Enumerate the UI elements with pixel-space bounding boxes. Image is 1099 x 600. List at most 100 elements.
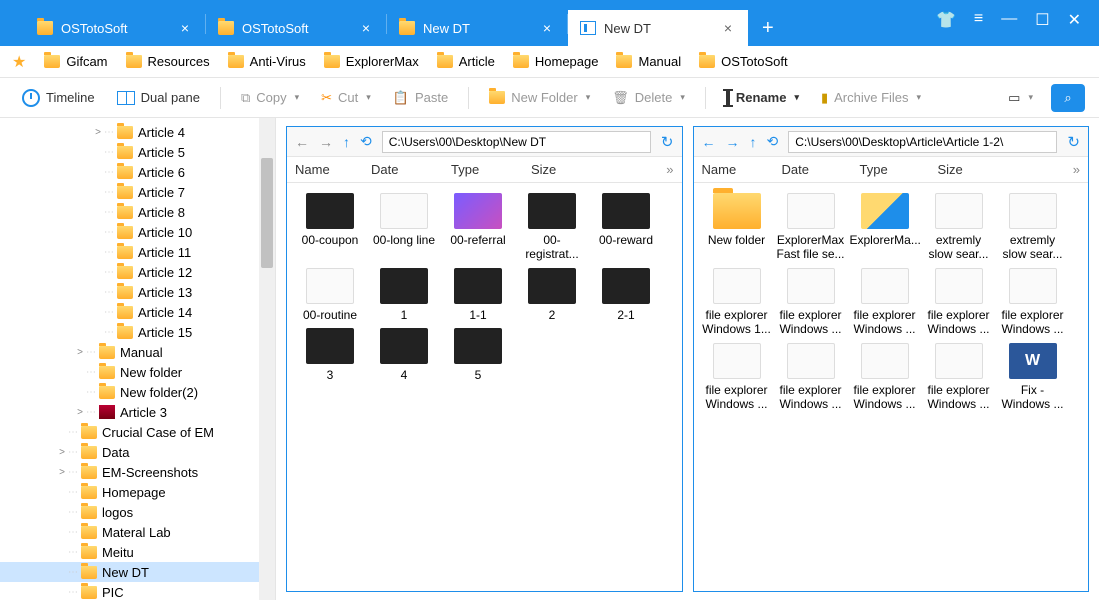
file-item[interactable]: file explorer Windows ... — [998, 268, 1068, 337]
tree-item[interactable]: ⋯PIC — [0, 582, 259, 600]
forward-button[interactable]: → — [319, 134, 333, 150]
tree-item[interactable]: >⋯Data — [0, 442, 259, 462]
expand-toggle[interactable]: > — [56, 447, 68, 458]
copy-button[interactable]: ⧉Copy▾ — [233, 86, 307, 110]
file-item[interactable]: 4 — [369, 328, 439, 382]
search-button[interactable]: ⌕ — [1051, 84, 1085, 112]
tree-item[interactable]: ⋯Article 7 — [0, 182, 259, 202]
tree-item[interactable]: >⋯Article 4 — [0, 122, 259, 142]
tree-item[interactable]: >⋯EM-Screenshots — [0, 462, 259, 482]
tree-item[interactable]: ⋯Article 10 — [0, 222, 259, 242]
tree-item[interactable]: ⋯New DT — [0, 562, 259, 582]
tree-item[interactable]: ⋯Crucial Case of EM — [0, 422, 259, 442]
back-button[interactable]: ← — [295, 134, 309, 150]
file-item[interactable]: WFix - Windows ... — [998, 343, 1068, 412]
cut-button[interactable]: ✂Cut▾ — [313, 86, 379, 110]
close-button[interactable]: ✕ — [1068, 10, 1081, 30]
tab-close-button[interactable]: × — [356, 18, 376, 38]
file-grid-left[interactable]: 00-coupon00-long line00-referral00-regis… — [287, 183, 682, 591]
tree-item[interactable]: ⋯New folder — [0, 362, 259, 382]
file-item[interactable]: 5 — [443, 328, 513, 382]
tree-item[interactable]: ⋯New folder(2) — [0, 382, 259, 402]
file-item[interactable]: 00-routine — [295, 268, 365, 322]
path-input-right[interactable] — [788, 131, 1057, 153]
column-headers-left[interactable]: Name Date Type Size » — [287, 157, 682, 183]
bookmark-item[interactable]: ExplorerMax — [324, 54, 419, 69]
sync-icon[interactable]: ⟲ — [360, 133, 372, 150]
up-button[interactable]: ↑ — [343, 134, 350, 150]
scrollbar-track[interactable] — [259, 118, 275, 600]
tab[interactable]: OSTotoSoft× — [206, 10, 386, 46]
more-columns[interactable]: » — [658, 162, 681, 177]
expand-toggle[interactable]: > — [74, 347, 86, 358]
refresh-button[interactable]: ↻ — [661, 133, 674, 151]
tree-item[interactable]: ⋯Article 6 — [0, 162, 259, 182]
tab-close-button[interactable]: × — [718, 18, 738, 38]
file-item[interactable]: 00-reward — [591, 193, 661, 262]
new-tab-button[interactable]: + — [748, 10, 788, 46]
forward-button[interactable]: → — [726, 134, 740, 150]
file-item[interactable]: file explorer Windows ... — [776, 343, 846, 412]
file-item[interactable]: 2-1 — [591, 268, 661, 322]
tree-item[interactable]: >⋯Article 3 — [0, 402, 259, 422]
tab[interactable]: New DT× — [568, 10, 748, 46]
file-item[interactable]: 3 — [295, 328, 365, 382]
file-item[interactable]: 1 — [369, 268, 439, 322]
dualpane-button[interactable]: Dual pane — [109, 86, 208, 109]
delete-button[interactable]: 🗑Delete▾ — [604, 86, 693, 110]
file-item[interactable]: ExplorerMax Fast file se... — [776, 193, 846, 262]
tree-item[interactable]: ⋯Homepage — [0, 482, 259, 502]
file-item[interactable]: file explorer Windows ... — [702, 343, 772, 412]
tab[interactable]: New DT× — [387, 10, 567, 46]
tab-close-button[interactable]: × — [175, 18, 195, 38]
star-icon[interactable]: ★ — [12, 52, 26, 72]
file-item[interactable]: file explorer Windows ... — [776, 268, 846, 337]
refresh-button[interactable]: ↻ — [1067, 133, 1080, 151]
tree-item[interactable]: ⋯Article 5 — [0, 142, 259, 162]
expand-toggle[interactable]: > — [74, 407, 86, 418]
sync-icon[interactable]: ⟲ — [767, 133, 779, 150]
tree-item[interactable]: ⋯Materal Lab — [0, 522, 259, 542]
file-item[interactable]: New folder — [702, 193, 772, 262]
tree-item[interactable]: ⋯Article 8 — [0, 202, 259, 222]
bookmark-item[interactable]: OSTotoSoft — [699, 54, 787, 69]
tree-item[interactable]: >⋯Manual — [0, 342, 259, 362]
file-item[interactable]: file explorer Windows ... — [924, 268, 994, 337]
more-columns[interactable]: » — [1065, 162, 1088, 177]
file-grid-right[interactable]: New folderExplorerMax Fast file se...Exp… — [694, 183, 1089, 591]
expand-toggle[interactable]: > — [56, 467, 68, 478]
column-headers-right[interactable]: Name Date Type Size » — [694, 157, 1089, 183]
file-item[interactable]: 00-long line — [369, 193, 439, 262]
file-item[interactable]: ExplorerMa... — [850, 193, 920, 262]
tree-item[interactable]: ⋯Article 14 — [0, 302, 259, 322]
file-item[interactable]: file explorer Windows ... — [850, 268, 920, 337]
bookmark-item[interactable]: Gifcam — [44, 54, 107, 69]
maximize-button[interactable]: ☐ — [1035, 10, 1049, 30]
bookmark-item[interactable]: Homepage — [513, 54, 599, 69]
scrollbar-thumb[interactable] — [261, 158, 273, 268]
bookmark-item[interactable]: Article — [437, 54, 495, 69]
tree-item[interactable]: ⋯Meitu — [0, 542, 259, 562]
tab[interactable]: OSTotoSoft× — [25, 10, 205, 46]
tree-item[interactable]: ⋯Article 13 — [0, 282, 259, 302]
menu-icon[interactable]: ≡ — [974, 10, 983, 30]
tab-close-button[interactable]: × — [537, 18, 557, 38]
archive-button[interactable]: ▮Archive Files▾ — [813, 86, 929, 110]
tree-item[interactable]: ⋯Article 11 — [0, 242, 259, 262]
tree-item[interactable]: ⋯Article 12 — [0, 262, 259, 282]
file-item[interactable]: 00-coupon — [295, 193, 365, 262]
bookmark-item[interactable]: Resources — [126, 54, 210, 69]
file-item[interactable]: extremly slow sear... — [998, 193, 1068, 262]
file-item[interactable]: file explorer Windows 1... — [702, 268, 772, 337]
bookmark-item[interactable]: Manual — [616, 54, 681, 69]
shirt-icon[interactable]: 👕 — [936, 10, 956, 30]
view-mode-button[interactable]: ▭▾ — [1000, 86, 1041, 110]
file-item[interactable]: 2 — [517, 268, 587, 322]
file-item[interactable]: 1-1 — [443, 268, 513, 322]
file-item[interactable]: file explorer Windows ... — [924, 343, 994, 412]
file-item[interactable]: file explorer Windows ... — [850, 343, 920, 412]
expand-toggle[interactable]: > — [92, 127, 104, 138]
path-input-left[interactable] — [382, 131, 651, 153]
file-item[interactable]: 00-referral — [443, 193, 513, 262]
up-button[interactable]: ↑ — [750, 134, 757, 150]
